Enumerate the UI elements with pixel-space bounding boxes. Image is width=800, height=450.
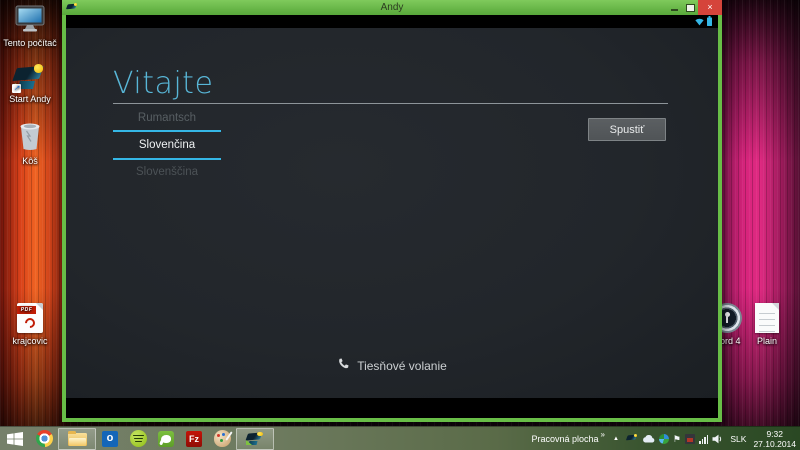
clock[interactable]: 9:32 27.10.2014 [753, 429, 796, 449]
desktop-icon-label: Kôš [22, 156, 38, 166]
language-indicator[interactable]: SLK [730, 434, 746, 444]
start-button[interactable]: Spustiť [588, 118, 666, 141]
system-tray: ⚑ [627, 433, 723, 445]
android-status-bar [66, 15, 718, 28]
emergency-call-button[interactable]: Tiesňové volanie [66, 358, 718, 373]
taskbar-andy[interactable] [236, 428, 274, 450]
folder-icon [68, 433, 87, 446]
desktop-icon-start-andy[interactable]: ↗ Start Andy [2, 63, 58, 104]
taskbar-spotify[interactable] [124, 428, 152, 450]
show-hidden-icons-button[interactable]: ▲ [613, 436, 619, 442]
evernote-icon [158, 431, 174, 447]
desktop-icon-label: krajcovic [12, 336, 47, 346]
shortcut-arrow-icon: ↗ [12, 84, 21, 93]
welcome-title: Vitajte [113, 66, 213, 101]
filezilla-icon: Fz [186, 431, 202, 447]
action-center-flag-icon[interactable]: ⚑ [673, 433, 681, 445]
start-button-windows[interactable] [0, 427, 30, 450]
emergency-call-label: Tiesňové volanie [357, 359, 447, 373]
desktop-icon-label: Plain [757, 336, 777, 346]
pdf-file-icon: PDF [17, 303, 43, 333]
onedrive-cloud-icon[interactable] [642, 434, 655, 443]
language-spinner[interactable]: Rumantsch Slovenčina Slovenščina [113, 106, 221, 184]
network-globe-icon[interactable] [659, 434, 669, 444]
phone-icon [337, 358, 349, 373]
taskbar-file-explorer[interactable] [58, 428, 96, 450]
andy-window: Andy × Vitajte Rumantsch [62, 0, 722, 422]
windows-logo-icon [7, 432, 23, 446]
chrome-icon [36, 430, 53, 447]
desktop-icon-label: Start Andy [9, 94, 51, 104]
signal-strength-icon[interactable] [699, 434, 708, 444]
desktop-icon-recycle-bin[interactable]: Kôš [2, 121, 58, 166]
language-option-rumantsch[interactable]: Rumantsch [113, 106, 221, 130]
android-screen: Vitajte Rumantsch Slovenčina Slovenščina… [66, 15, 718, 418]
divider [113, 103, 668, 104]
spotify-icon [130, 430, 147, 447]
pdf-badge: PDF [17, 306, 36, 314]
recycle-bin-icon [18, 121, 42, 153]
outlook-icon: o [102, 431, 118, 447]
volume-icon[interactable] [712, 434, 723, 444]
android-setup-screen: Vitajte Rumantsch Slovenčina Slovenščina… [66, 28, 718, 398]
desktop-toolbar[interactable]: Pracovná plocha » [531, 428, 605, 450]
desktop-icon-krajcovic-pdf[interactable]: PDF krajcovic [2, 303, 58, 346]
taskbar-paint[interactable] [208, 428, 236, 450]
desktop-icon-this-pc[interactable]: Tento počítač [2, 5, 58, 48]
battery-meter-icon[interactable] [685, 434, 695, 444]
language-option-slovencina-selected[interactable]: Slovenčina [113, 132, 221, 158]
taskbar-chrome[interactable] [30, 428, 58, 450]
taskbar-outlook[interactable]: o [96, 428, 124, 450]
window-title: Andy [62, 2, 722, 13]
desktop: Tento počítač ↗ Start Andy Kôš PDF krajc… [0, 0, 800, 450]
taskbar-filezilla[interactable]: Fz [180, 428, 208, 450]
paint-palette-icon [214, 430, 231, 447]
andy-app-icon: ↗ [14, 63, 46, 91]
language-option-slovenscina[interactable]: Slovenščina [113, 160, 221, 184]
computer-icon [14, 5, 46, 35]
desktop-icon-plain[interactable]: Plain [739, 303, 795, 346]
clock-time: 9:32 [753, 429, 796, 439]
tray-andy-icon[interactable] [627, 434, 638, 444]
window-titlebar[interactable]: Andy × [62, 0, 722, 15]
andy-icon [246, 431, 264, 446]
desktop-icon-label: Tento počítač [3, 38, 57, 48]
clock-date: 27.10.2014 [753, 439, 796, 449]
chevron-icon[interactable]: » [601, 430, 605, 440]
minimize-button[interactable] [666, 0, 682, 15]
taskbar: o Fz Pracovná plocha » ▲ [0, 426, 800, 450]
toolbar-label: Pracovná plocha [531, 428, 598, 450]
text-file-icon [755, 303, 779, 333]
taskbar-evernote[interactable] [152, 428, 180, 450]
